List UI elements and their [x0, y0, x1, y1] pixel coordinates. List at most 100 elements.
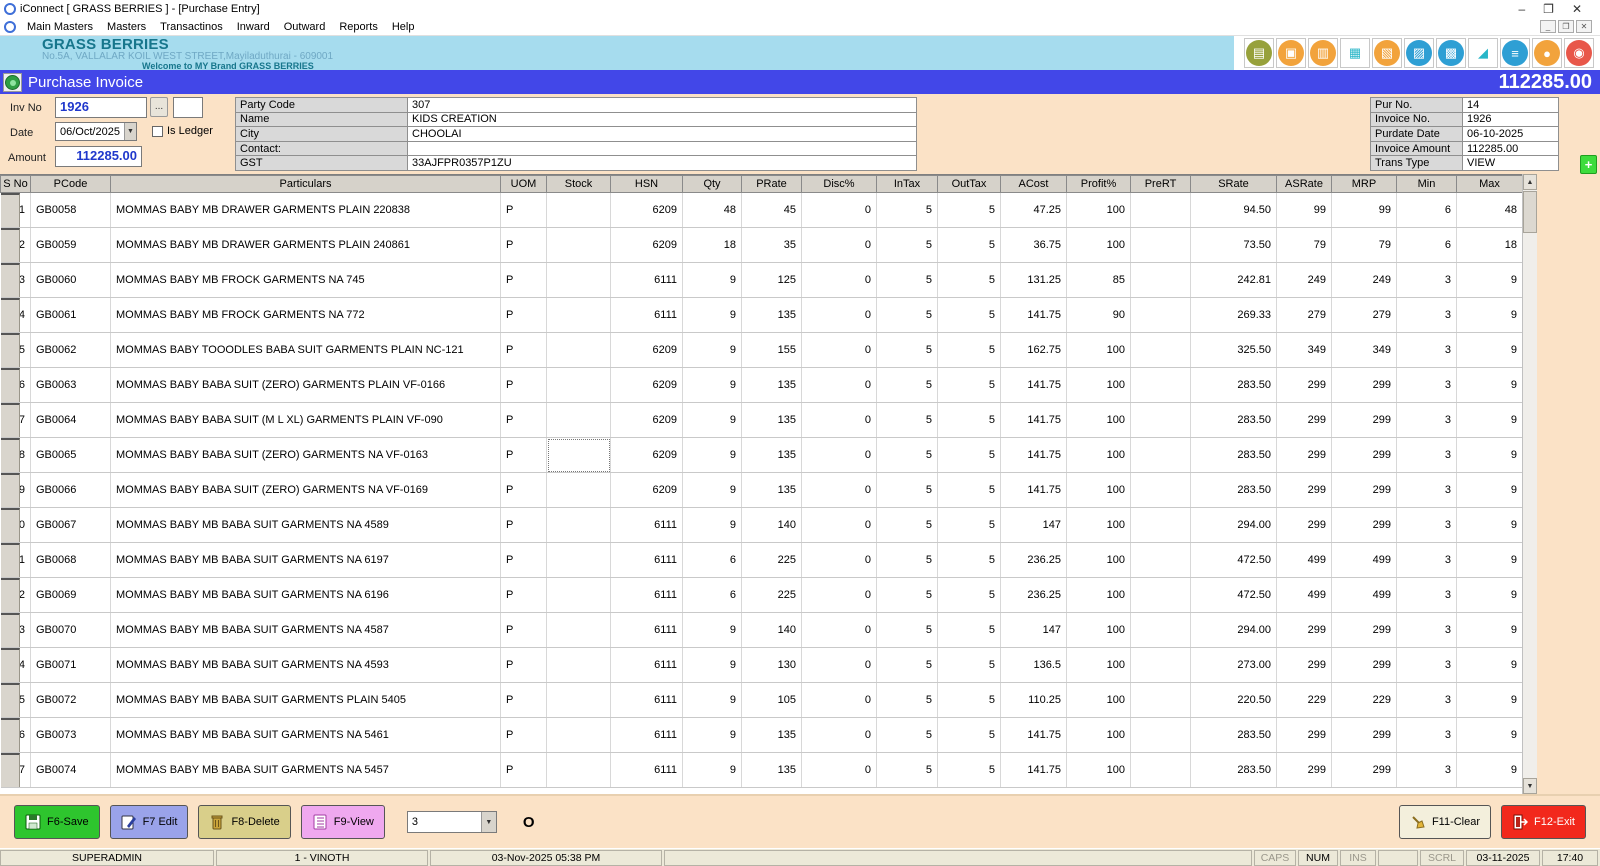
growth-chart-icon[interactable]: ◢ — [1468, 38, 1498, 68]
laptop-icon[interactable]: ▨ — [1404, 38, 1434, 68]
copies-select[interactable]: 3 ▼ — [407, 811, 497, 833]
menu-bar: Main Masters Masters Transactinos Inward… — [0, 18, 1600, 36]
page-title: Purchase Invoice — [28, 74, 143, 91]
is-ledger-checkbox[interactable] — [152, 126, 163, 137]
col-stock: Stock — [547, 176, 611, 193]
child-close-icon[interactable]: ✕ — [1576, 20, 1592, 33]
table-row: 7 GB0064 MOMMAS BABY BABA SUIT (M L XL) … — [1, 403, 1523, 438]
col-prate: PRate — [742, 176, 802, 193]
trash-icon — [209, 814, 225, 830]
edit-button[interactable]: F7 Edit — [110, 805, 189, 839]
inv-sub-field[interactable] — [173, 97, 203, 118]
party-row: Contact: — [236, 141, 917, 156]
mobile-user-icon[interactable]: ◉ — [1564, 38, 1594, 68]
summary-row: Purdate Date 06-10-2025 — [1371, 127, 1559, 142]
col-min: Min — [1397, 176, 1457, 193]
col-outtax: OutTax — [938, 176, 1001, 193]
status-datetime: 03-Nov-2025 05:38 PM — [430, 850, 662, 866]
mdi-child-icon — [4, 21, 16, 33]
table-row: 13 GB0070 MOMMAS BABY MB BABA SUIT GARME… — [1, 613, 1523, 648]
col-qty: Qty — [683, 176, 742, 193]
window-title: iConnect [ GRASS BERRIES ] - [Purchase E… — [20, 3, 1518, 15]
col-prert: PreRT — [1131, 176, 1191, 193]
calculator-icon[interactable]: ≡ — [1500, 38, 1530, 68]
is-ledger-label: Is Ledger — [167, 125, 213, 137]
menu-masters[interactable]: Masters — [100, 21, 153, 33]
date-picker[interactable]: 06/Oct/2025 ▼ — [55, 122, 137, 141]
menu-outward[interactable]: Outward — [277, 21, 333, 33]
close-icon[interactable]: ✕ — [1572, 3, 1582, 15]
piggy-bank-icon[interactable]: ● — [1532, 38, 1562, 68]
inv-no-browse-button[interactable]: ... — [150, 97, 168, 117]
table-row: 4 GB0061 MOMMAS BABY MB FROCK GARMENTS N… — [1, 298, 1523, 333]
clear-button[interactable]: F11-Clear — [1399, 805, 1491, 839]
exit-button[interactable]: F12-Exit — [1501, 805, 1586, 839]
delete-button[interactable]: F8-Delete — [198, 805, 290, 839]
floppy-icon — [25, 814, 41, 830]
summary-row: Pur No. 14 — [1371, 98, 1559, 113]
table-row: 1 GB0058 MOMMAS BABY MB DRAWER GARMENTS … — [1, 193, 1523, 228]
grid-header-row: S No PCode Particulars UOM Stock HSN Qty… — [1, 176, 1523, 193]
scroll-up-icon[interactable]: ▲ — [1523, 174, 1537, 190]
menu-reports[interactable]: Reports — [332, 21, 385, 33]
pencil-icon — [121, 814, 137, 830]
party-row: Party Code 307 — [236, 98, 917, 113]
col-asrate: ASRate — [1277, 176, 1332, 193]
title-bar: iConnect [ GRASS BERRIES ] - [Purchase E… — [0, 0, 1600, 18]
child-minimize-icon[interactable]: _ — [1540, 20, 1556, 33]
shopping-cart-icon[interactable]: ▦ — [1340, 38, 1370, 68]
child-restore-icon[interactable]: ❐ — [1558, 20, 1574, 33]
items-grid: S No PCode Particulars UOM Stock HSN Qty… — [0, 174, 1522, 794]
pos-monitor-icon[interactable]: ▧ — [1372, 38, 1402, 68]
col-profit: Profit% — [1067, 176, 1131, 193]
col-acost: ACost — [1001, 176, 1067, 193]
status-ins: INS — [1340, 850, 1376, 866]
table-row: 6 GB0063 MOMMAS BABY BABA SUIT (ZERO) GA… — [1, 368, 1523, 403]
table-row: 15 GB0072 MOMMAS BABY MB BABA SUIT GARME… — [1, 683, 1523, 718]
col-mrp: MRP — [1332, 176, 1397, 193]
inv-no-field[interactable]: 1926 — [55, 97, 147, 118]
ledger-book-icon[interactable]: ▥ — [1308, 38, 1338, 68]
menu-transactinos[interactable]: Transactinos — [153, 21, 230, 33]
scroll-down-icon[interactable]: ▼ — [1523, 778, 1537, 794]
table-row: 8 GB0065 MOMMAS BABY BABA SUIT (ZERO) GA… — [1, 438, 1523, 473]
summary-row: Trans Type VIEW — [1371, 156, 1559, 171]
display-icon[interactable]: ▩ — [1436, 38, 1466, 68]
table-row: 11 GB0068 MOMMAS BABY MB BABA SUIT GARME… — [1, 543, 1523, 578]
date-dropdown-icon[interactable]: ▼ — [124, 123, 136, 140]
party-row: GST 33AJFPR0357P1ZU — [236, 156, 917, 171]
grid-right-filler — [1537, 174, 1600, 794]
app-logo-icon — [4, 3, 16, 15]
table-row: 9 GB0066 MOMMAS BABY BABA SUIT (ZERO) GA… — [1, 473, 1523, 508]
minimize-icon[interactable]: – — [1518, 3, 1525, 15]
view-button[interactable]: F9-View — [301, 805, 385, 839]
menu-main-masters[interactable]: Main Masters — [20, 21, 100, 33]
exit-door-icon — [1512, 814, 1528, 830]
col-disc: Disc% — [802, 176, 877, 193]
status-spacer — [664, 850, 1252, 866]
restore-icon[interactable]: ❐ — [1543, 3, 1554, 15]
add-row-button[interactable]: + — [1580, 155, 1597, 174]
scrollbar-thumb[interactable] — [1523, 191, 1537, 233]
table-row: 5 GB0062 MOMMAS BABY TOOODLES BABA SUIT … — [1, 333, 1523, 368]
purchase-summary-panel: Pur No. 14 Invoice No. 1926 Purdate Date… — [1370, 97, 1559, 171]
party-row: Name KIDS CREATION — [236, 112, 917, 127]
invoice-header-form: Inv No 1926 ... Date 06/Oct/2025 ▼ Is Le… — [0, 94, 1600, 174]
payment-card-icon[interactable]: ▤ — [1244, 38, 1274, 68]
list-icon — [312, 814, 328, 830]
menu-inward[interactable]: Inward — [230, 21, 277, 33]
col-max: Max — [1457, 176, 1523, 193]
vertical-scrollbar[interactable]: ▲ ▼ — [1522, 174, 1537, 794]
menu-help[interactable]: Help — [385, 21, 422, 33]
status-bar: SUPERADMIN 1 - VINOTH 03-Nov-2025 05:38 … — [0, 848, 1600, 866]
save-button[interactable]: F6-Save — [14, 805, 100, 839]
table-row: 17 GB0074 MOMMAS BABY MB BABA SUIT GARME… — [1, 753, 1523, 788]
purchase-invoice-titlebar: Purchase Invoice 112285.00 — [0, 70, 1600, 94]
amount-field[interactable]: 112285.00 — [55, 146, 142, 167]
delivery-truck-icon[interactable]: ▣ — [1276, 38, 1306, 68]
amount-label: Amount — [8, 152, 46, 164]
quick-launch-toolbar: ▤▣▥▦▧▨▩◢≡●◉ — [1234, 36, 1600, 70]
company-name: GRASS BERRIES — [42, 37, 333, 52]
copies-dropdown-icon[interactable]: ▼ — [481, 812, 496, 832]
status-scrl: SCRL — [1420, 850, 1464, 866]
